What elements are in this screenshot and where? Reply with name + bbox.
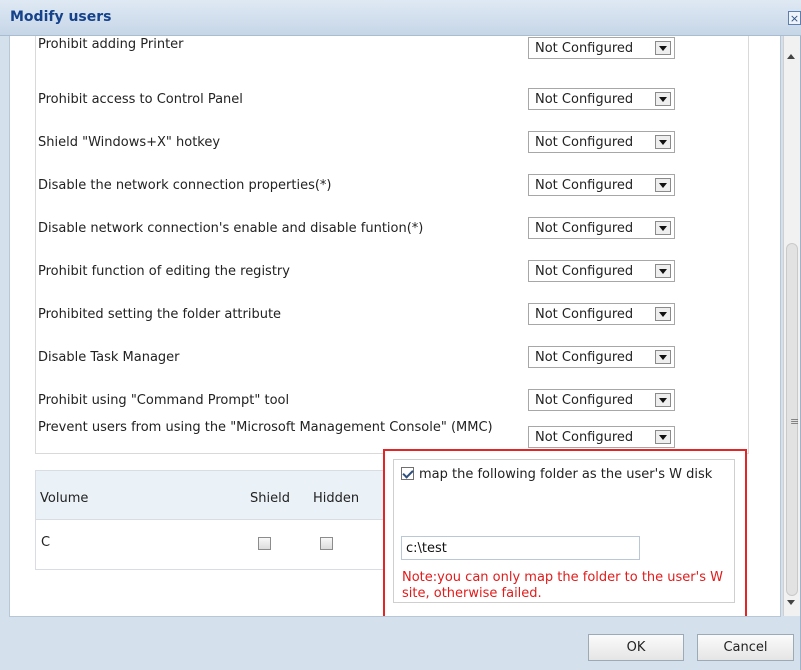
policy-dropdown-value: Not Configured [535,41,634,56]
chevron-down-icon[interactable] [655,178,671,192]
policy-row: Shield "Windows+X" hotkey Not Configured [36,127,750,169]
policy-dropdown[interactable]: Not Configured [528,303,675,325]
policy-dropdown-value: Not Configured [535,264,634,279]
policy-label: Prohibit adding Printer [38,37,184,52]
policy-dropdown[interactable]: Not Configured [528,37,675,59]
policy-dropdown[interactable]: Not Configured [528,260,675,282]
policy-dropdown[interactable]: Not Configured [528,389,675,411]
policy-dropdown[interactable]: Not Configured [528,217,675,239]
policy-label: Disable Task Manager [38,350,180,365]
policy-row: Disable network connection's enable and … [36,213,750,255]
policy-dropdown[interactable]: Not Configured [528,174,675,196]
policy-row: Disable the network connection propertie… [36,170,750,212]
chevron-down-icon[interactable] [655,350,671,364]
chevron-down-icon[interactable] [655,221,671,235]
volume-table-header: Volume Shield Hidden [36,471,383,520]
chevron-down-icon[interactable] [655,135,671,149]
policy-row: Disable Task Manager Not Configured [36,342,750,384]
user-settings-panel: Prohibit adding Printer Not Configured P… [9,36,781,617]
policy-label: Shield "Windows+X" hotkey [38,135,221,150]
policy-dropdown[interactable]: Not Configured [528,88,675,110]
folder-mapping-highlight: map the following folder as the user's W… [383,449,747,616]
chevron-down-icon[interactable] [655,307,671,321]
hidden-column-header: Hidden [313,491,360,506]
policy-label: Disable the network connection propertie… [38,178,332,193]
policy-row: Prohibit adding Printer Not Configured [36,37,750,79]
scroll-grip-icon: ≡ [790,415,800,428]
scroll-up-icon[interactable] [787,54,795,59]
folder-mapping-panel: map the following folder as the user's W… [393,459,735,603]
policy-settings-table: Prohibit adding Printer Not Configured P… [35,36,749,454]
hidden-checkbox[interactable] [320,537,333,550]
ok-button[interactable]: OK [588,634,684,661]
policy-dropdown[interactable]: Not Configured [528,426,675,448]
policy-dropdown-value: Not Configured [535,135,634,150]
map-folder-label: map the following folder as the user's W… [419,467,713,482]
policy-label: Disable network connection's enable and … [38,221,424,236]
policy-dropdown[interactable]: Not Configured [528,131,675,153]
chevron-down-icon[interactable] [655,92,671,106]
policy-row: Prohibit access to Control Panel Not Con… [36,84,750,126]
vertical-scrollbar[interactable]: ≡ [783,36,800,616]
close-icon[interactable]: × [788,11,801,25]
mapping-note: Note:you can only map the folder to the … [402,570,723,601]
shield-column-header: Shield [250,491,290,506]
policy-label: Prohibited setting the folder attribute [38,307,282,322]
dialog-titlebar: Modify users × [0,0,801,36]
map-folder-checkbox[interactable] [401,467,414,480]
volume-column-header: Volume [40,491,89,506]
scrollbar-thumb[interactable]: ≡ [786,243,800,596]
policy-dropdown-value: Not Configured [535,350,634,365]
policy-label: Prohibit function of editing the registr… [38,264,290,279]
scroll-down-icon[interactable] [787,600,795,605]
chevron-down-icon[interactable] [655,430,671,444]
volume-cell: C [41,535,51,550]
volume-table: Volume Shield Hidden C [35,470,384,570]
policy-label: Prevent users from using the "Microsoft … [38,420,493,435]
policy-label: Prohibit using "Command Prompt" tool [38,393,290,408]
folder-path-input[interactable] [401,536,640,560]
chevron-down-icon[interactable] [655,393,671,407]
policy-dropdown-value: Not Configured [535,393,634,408]
policy-dropdown-value: Not Configured [535,307,634,322]
cancel-button[interactable]: Cancel [697,634,794,661]
policy-dropdown-value: Not Configured [535,221,634,236]
policy-dropdown-value: Not Configured [535,430,634,445]
policy-label: Prohibit access to Control Panel [38,92,243,107]
policy-dropdown-value: Not Configured [535,178,634,193]
dialog-title: Modify users [10,9,112,25]
policy-dropdown-value: Not Configured [535,92,634,107]
chevron-down-icon[interactable] [655,41,671,55]
policy-row: Prohibited setting the folder attribute … [36,299,750,341]
shield-checkbox[interactable] [258,537,271,550]
chevron-down-icon[interactable] [655,264,671,278]
policy-row: Prohibit function of editing the registr… [36,256,750,298]
modify-users-dialog: Modify users × Prohibit adding Printer N… [0,0,801,670]
policy-dropdown[interactable]: Not Configured [528,346,675,368]
